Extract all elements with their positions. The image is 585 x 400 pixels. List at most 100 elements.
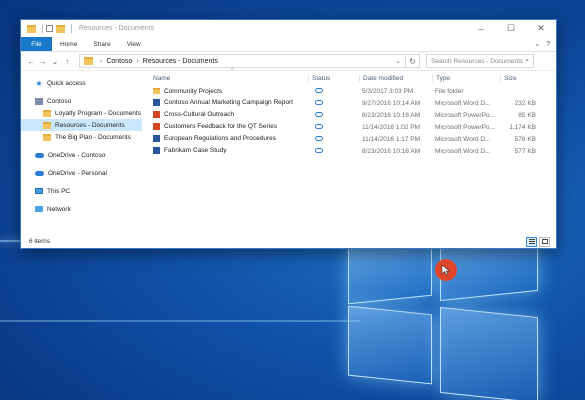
- cloud-status-icon: [315, 147, 323, 153]
- minimize-button[interactable]: –: [466, 20, 496, 37]
- folder-icon: [84, 57, 93, 65]
- cloud-status-icon: [315, 135, 323, 141]
- nav-item-onedrive-contoso[interactable]: OneDrive - Contoso: [21, 149, 142, 161]
- file-date: 11/14/2016 1:02 PM: [362, 123, 421, 131]
- logo-pane: [440, 306, 538, 400]
- tab-share[interactable]: Share: [85, 37, 118, 51]
- large-icons-view-icon: [541, 239, 548, 244]
- nav-item-big-plan[interactable]: The Big Plan - Documents: [21, 131, 142, 143]
- column-header-date-modified[interactable]: Date modified: [359, 74, 432, 82]
- file-size: 577 KB: [514, 147, 536, 155]
- star-icon: ★: [35, 78, 43, 88]
- file-date: 8/23/2016 10:16 AM: [362, 147, 421, 155]
- nav-item-label: Resources - Documents: [55, 121, 125, 129]
- search-input[interactable]: Search Resources - Documents ⌕: [426, 54, 534, 68]
- nav-item-label: The Big Plan - Documents: [55, 133, 131, 141]
- file-list: ^ Name Status Date modified Type Size Co…: [143, 68, 556, 281]
- folder-icon: [43, 109, 51, 117]
- close-button[interactable]: ✕: [526, 20, 556, 37]
- large-icons-view-button[interactable]: [539, 236, 550, 247]
- column-header-type[interactable]: Type: [432, 74, 500, 82]
- windows-logo: [348, 222, 538, 400]
- light-beam: [0, 320, 360, 322]
- divider: [71, 24, 72, 33]
- logo-pane: [348, 305, 432, 385]
- file-row[interactable]: Community Projects 5/3/2017 3:03 PM File…: [143, 85, 556, 97]
- file-row[interactable]: European Regulations and Procedures 11/1…: [143, 133, 556, 145]
- cloud-status-icon: [315, 123, 323, 129]
- item-count: 6 items: [29, 238, 50, 245]
- file-explorer-window: Resources - Documents – ☐ ✕ File Home Sh…: [20, 19, 557, 281]
- title-bar[interactable]: Resources - Documents – ☐ ✕: [21, 20, 556, 37]
- file-name: Customers Feedback for the QT Series: [164, 123, 277, 131]
- ribbon-right: ⌄ ?: [534, 37, 556, 51]
- search-placeholder: Search Resources - Documents: [431, 57, 524, 65]
- details-view-button[interactable]: [526, 236, 537, 247]
- nav-item-network[interactable]: Network: [21, 203, 142, 215]
- cursor-highlight-marker: [435, 259, 457, 281]
- file-type: Microsoft Word D...: [435, 147, 491, 155]
- expand-ribbon-icon[interactable]: ⌄: [534, 40, 540, 48]
- nav-item-onedrive-personal[interactable]: OneDrive - Personal: [21, 167, 142, 179]
- cloud-status-icon: [315, 111, 323, 117]
- column-header-name[interactable]: Name: [143, 75, 308, 82]
- view-toggle: [526, 236, 556, 247]
- file-type: Microsoft PowerPo...: [435, 111, 495, 119]
- nav-item-this-pc[interactable]: This PC: [21, 185, 142, 197]
- file-row[interactable]: Customers Feedback for the QT Series 11/…: [143, 121, 556, 133]
- tab-view[interactable]: View: [119, 37, 149, 51]
- nav-item-resources[interactable]: Resources - Documents: [21, 119, 142, 131]
- file-date: 5/3/2017 3:03 PM: [362, 87, 414, 95]
- recent-locations-button[interactable]: ⌄: [49, 57, 61, 66]
- file-date: 9/27/2016 10:14 AM: [362, 99, 421, 107]
- file-row[interactable]: Cross-Cultural Outreach 8/23/2016 10:16 …: [143, 109, 556, 121]
- nav-item-loyalty-program[interactable]: Loyalty Program - Documents: [21, 107, 142, 119]
- forward-button[interactable]: →: [37, 57, 49, 66]
- word-icon: [153, 147, 160, 155]
- column-header-size[interactable]: Size: [500, 74, 540, 82]
- chevron-down-icon[interactable]: ⌄: [395, 57, 401, 65]
- navigation-pane: ★ Quick access Contoso Loyalty Program -…: [21, 71, 143, 234]
- tab-file[interactable]: File: [21, 37, 52, 51]
- properties-icon[interactable]: [46, 25, 53, 32]
- column-header-row: ^ Name Status Date modified Type Size: [143, 68, 556, 85]
- nav-item-label: Loyalty Program - Documents: [55, 109, 141, 117]
- search-icon: ⌕: [525, 57, 529, 64]
- file-row[interactable]: Contoso Annual Marketing Campaign Report…: [143, 97, 556, 109]
- sort-arrow-icon: ^: [231, 68, 234, 74]
- folder-icon: [43, 133, 51, 141]
- up-button[interactable]: ↑: [61, 57, 73, 66]
- address-bar[interactable]: › Contoso › Resources - Documents ⌄: [79, 54, 406, 68]
- folder-icon: [153, 87, 160, 94]
- network-icon: [35, 206, 43, 212]
- new-folder-icon[interactable]: [56, 24, 65, 33]
- window-controls: – ☐ ✕: [466, 20, 556, 37]
- tab-home[interactable]: Home: [52, 37, 85, 51]
- maximize-button[interactable]: ☐: [496, 20, 526, 37]
- computer-icon: [35, 188, 43, 194]
- breadcrumb-resources[interactable]: Resources - Documents: [143, 58, 218, 65]
- help-icon[interactable]: ?: [546, 41, 550, 48]
- back-button[interactable]: ←: [25, 57, 37, 66]
- nav-item-contoso[interactable]: Contoso: [21, 95, 142, 107]
- nav-item-label: Contoso: [47, 97, 72, 105]
- explorer-body: ★ Quick access Contoso Loyalty Program -…: [21, 68, 556, 281]
- cloud-icon: [35, 152, 44, 158]
- file-size: 578 KB: [514, 135, 536, 143]
- cloud-status-icon: [315, 87, 323, 93]
- folder-icon: [43, 121, 51, 129]
- address-bar-row: ← → ⌄ ↑ › Contoso › Resources - Document…: [21, 52, 556, 71]
- file-name: Contoso Annual Marketing Campaign Report: [164, 99, 293, 107]
- word-icon: [153, 99, 160, 107]
- nav-item-quick-access[interactable]: ★ Quick access: [21, 77, 142, 89]
- status-bar: 6 items: [21, 234, 556, 249]
- cloud-icon: [35, 170, 44, 176]
- file-date: 11/14/2016 1:17 PM: [362, 135, 421, 143]
- refresh-button[interactable]: ↻: [406, 54, 420, 68]
- details-view-icon: [528, 241, 535, 242]
- window-title: Resources - Documents: [79, 25, 155, 32]
- pointer-cursor-icon: [441, 264, 451, 276]
- file-row[interactable]: Fabrikam Case Study 8/23/2016 10:16 AM M…: [143, 145, 556, 157]
- breadcrumb-contoso[interactable]: Contoso: [106, 58, 132, 65]
- column-header-status[interactable]: Status: [308, 74, 359, 82]
